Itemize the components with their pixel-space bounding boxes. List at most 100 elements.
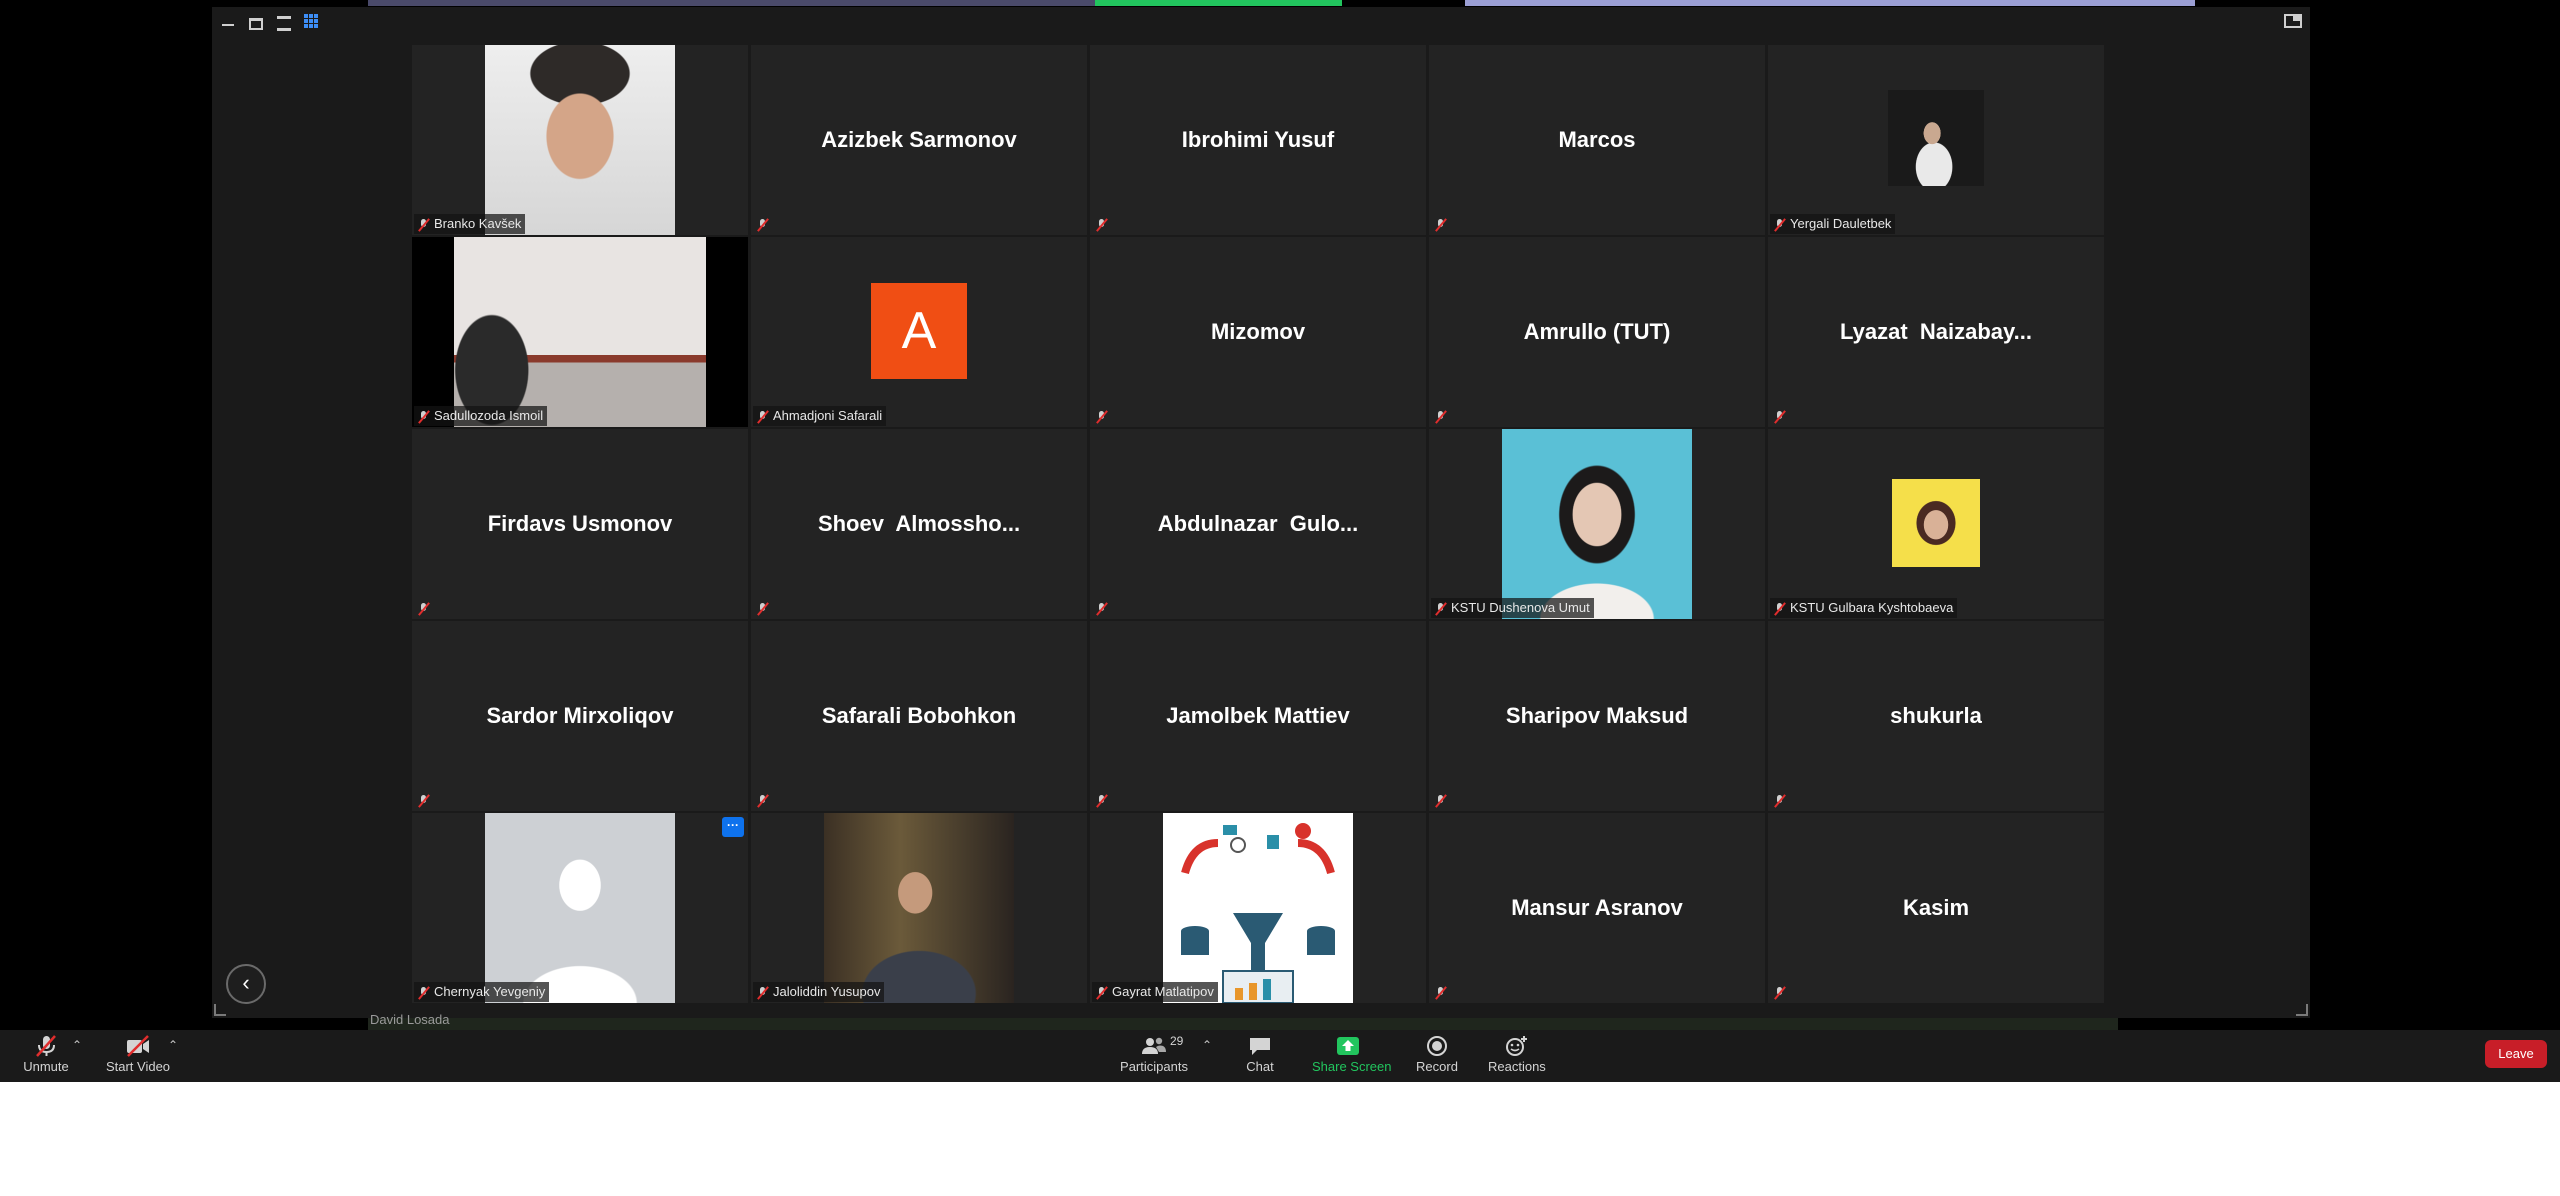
muted-mic-icon — [418, 218, 430, 232]
leave-button[interactable]: Leave — [2485, 1040, 2547, 1068]
thumbnail-strip-icon[interactable] — [248, 14, 264, 30]
participant-name: Mizomov — [1210, 319, 1306, 344]
muted-mic-icon — [1774, 410, 1786, 424]
participant-name: Amrullo (TUT) — [1523, 319, 1671, 344]
participants-button[interactable]: 29 Participants — [1120, 1032, 1188, 1080]
collapse-panel-button[interactable]: ‹ — [226, 964, 266, 1004]
participant-tile[interactable]: Gayrat Matlatipov — [1090, 813, 1426, 1003]
participant-tile[interactable]: Lyazat Naizabay... — [1768, 237, 2104, 427]
participant-tile[interactable]: Marcos — [1429, 45, 1765, 235]
default-avatar-silhouette — [485, 813, 675, 1003]
participant-name-label: KSTU Dushenova Umut — [1451, 600, 1590, 615]
participant-tile[interactable]: KSTU Gulbara Kyshtobaeva — [1768, 429, 2104, 619]
participant-tile[interactable]: Shoev Almossho... — [751, 429, 1087, 619]
participant-video — [454, 237, 706, 427]
participant-name-label: KSTU Gulbara Kyshtobaeva — [1790, 600, 1954, 615]
participant-tile[interactable]: Jamolbek Mattiev — [1090, 621, 1426, 811]
unmute-label: Unmute — [23, 1059, 69, 1074]
participant-tile[interactable]: Ibrohimi Yusuf — [1090, 45, 1426, 235]
participant-photo — [1502, 429, 1692, 619]
share-screen-icon — [1337, 1037, 1359, 1055]
participant-tile[interactable]: ··· Chernyak Yevgeniy — [412, 813, 748, 1003]
muted-mic-icon — [1096, 410, 1108, 424]
start-video-button[interactable]: Start Video — [104, 1032, 172, 1080]
participant-name: Marcos — [1558, 127, 1636, 152]
participant-tile[interactable]: Mizomov — [1090, 237, 1426, 427]
participant-name: Ibrohimi Yusuf — [1181, 127, 1335, 152]
video-off-icon — [127, 1035, 149, 1057]
participants-options-chevron-icon[interactable]: ⌃ — [1202, 1038, 1212, 1052]
muted-mic-icon — [757, 410, 769, 424]
participant-tile[interactable]: KSTU Dushenova Umut — [1429, 429, 1765, 619]
reactions-icon — [1506, 1036, 1527, 1056]
muted-mic-icon — [1096, 986, 1108, 1000]
minimize-icon[interactable] — [220, 14, 236, 28]
unmute-button[interactable]: Unmute — [14, 1032, 78, 1080]
participant-name-label: Branko Kavšek — [434, 216, 522, 231]
participant-name-label: Chernyak Yevgeniy — [434, 984, 546, 999]
participant-tile[interactable]: Yergali Dauletbek — [1768, 45, 2104, 235]
gallery-panel-toolbar — [212, 7, 2310, 35]
participant-tile[interactable]: Jaloliddin Yusupov — [751, 813, 1087, 1003]
participant-name: Azizbek Sarmonov — [821, 127, 1017, 152]
participant-tile[interactable]: Amrullo (TUT) — [1429, 237, 1765, 427]
reactions-label: Reactions — [1488, 1059, 1546, 1074]
participant-photo — [1163, 813, 1353, 1003]
participants-label: Participants — [1120, 1059, 1188, 1074]
participant-name: Sharipov Maksud — [1505, 703, 1689, 728]
gallery-view-icon[interactable] — [304, 14, 318, 28]
participant-tile[interactable]: Safarali Bobohkon — [751, 621, 1087, 811]
speaker-video-strip — [368, 0, 1098, 6]
muted-mic-icon — [1774, 794, 1786, 808]
muted-mic-icon — [1096, 794, 1108, 808]
participant-name: Sardor Mirxoliqov — [486, 703, 674, 728]
muted-mic-icon — [418, 602, 430, 616]
participant-name: Firdavs Usmonov — [487, 511, 673, 536]
participant-tile[interactable]: Sardor Mirxoliqov — [412, 621, 748, 811]
participant-tile[interactable]: Firdavs Usmonov — [412, 429, 748, 619]
participant-tile[interactable]: Mansur Asranov — [1429, 813, 1765, 1003]
record-label: Record — [1416, 1059, 1458, 1074]
muted-mic-icon — [1774, 986, 1786, 1000]
participant-tile[interactable]: Sadullozoda Ismoil — [412, 237, 748, 427]
muted-mic-icon — [418, 986, 430, 1000]
muted-mic-icon — [418, 410, 430, 424]
muted-mic-icon — [1435, 794, 1447, 808]
resize-grip-icon[interactable] — [214, 1004, 226, 1016]
participant-tile[interactable]: Branko Kavšek — [412, 45, 748, 235]
muted-mic-icon — [1096, 218, 1108, 232]
speaker-view-icon[interactable] — [276, 14, 292, 31]
video-options-chevron-icon[interactable]: ⌃ — [168, 1038, 178, 1052]
participant-avatar: A — [871, 283, 967, 379]
speaker-video-strip — [1465, 0, 2195, 6]
audio-options-chevron-icon[interactable]: ⌃ — [72, 1038, 82, 1052]
muted-mic-icon — [418, 794, 430, 808]
muted-mic-icon — [1435, 410, 1447, 424]
share-screen-button[interactable]: Share Screen — [1312, 1032, 1392, 1080]
participant-name-label: Yergali Dauletbek — [1790, 216, 1892, 231]
chat-label: Chat — [1246, 1059, 1274, 1074]
chat-button[interactable]: Chat — [1244, 1032, 1276, 1080]
reactions-button[interactable]: Reactions — [1488, 1032, 1546, 1080]
participant-tile[interactable]: Sharipov Maksud — [1429, 621, 1765, 811]
screen: Branko Kavšek Azizbek Sarmonov Ibrohimi … — [0, 0, 2560, 1196]
participant-tile[interactable]: Azizbek Sarmonov — [751, 45, 1087, 235]
chevron-left-icon: ‹ — [242, 970, 250, 995]
participant-name: Abdulnazar Gulo... — [1157, 511, 1359, 536]
participant-tile[interactable]: Abdulnazar Gulo... — [1090, 429, 1426, 619]
resize-grip-icon[interactable] — [2296, 1004, 2308, 1016]
start-video-label: Start Video — [105, 1059, 171, 1074]
gallery-view-panel: Branko Kavšek Azizbek Sarmonov Ibrohimi … — [212, 7, 2310, 1018]
record-button[interactable]: Record — [1416, 1032, 1458, 1080]
muted-mic-icon — [1774, 218, 1786, 232]
muted-mic-icon — [757, 794, 769, 808]
participant-tile[interactable]: Kasim — [1768, 813, 2104, 1003]
muted-mic-icon — [1774, 602, 1786, 616]
participant-tile[interactable]: A Ahmadjoni Safarali — [751, 237, 1087, 427]
participant-tile[interactable]: shukurla — [1768, 621, 2104, 811]
more-options-button[interactable]: ··· — [722, 817, 744, 837]
participant-name: Shoev Almossho... — [817, 511, 1021, 536]
exit-fullscreen-icon[interactable] — [2284, 14, 2302, 28]
meeting-toolbar: Unmute ⌃ Start Video ⌃ 29 Participants ⌃… — [0, 1030, 2560, 1082]
muted-mic-icon — [1435, 986, 1447, 1000]
